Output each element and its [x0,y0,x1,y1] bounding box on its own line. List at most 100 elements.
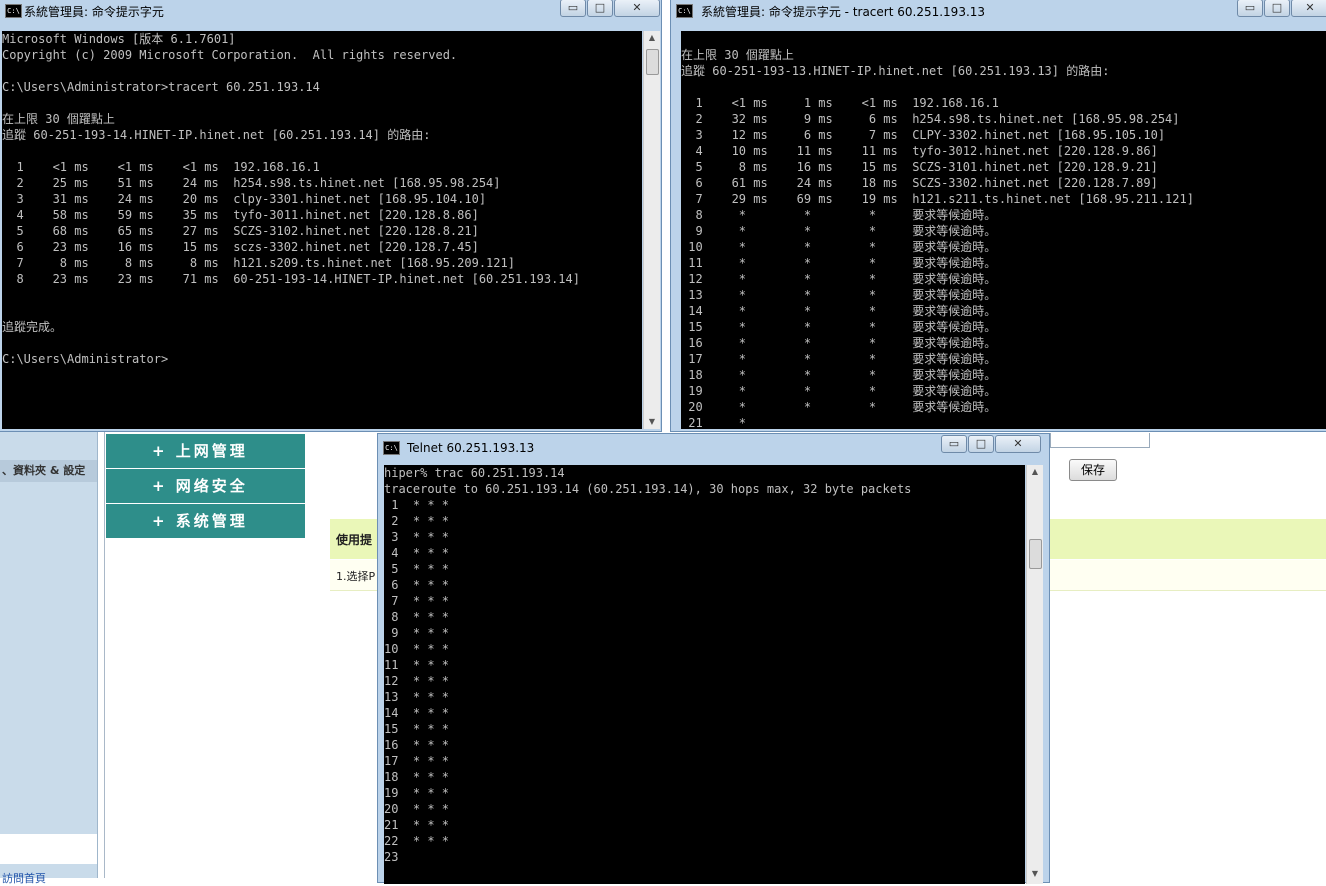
bg-left-nav-item[interactable]: 、資料夾 & 設定 [0,460,97,482]
terminal-line: 15 * * * [384,722,450,736]
terminal-line: 14 * * * [384,706,450,720]
terminal-line: 21 * [681,416,747,429]
terminal-line: 7 8 ms 8 ms 8 ms h121.s209.ts.hinet.net … [2,256,515,270]
terminal-line: 10 * * * 要求等候逾時。 [681,240,997,254]
titlebar[interactable]: C:\ 系統管理員: 命令提示字元 - tracert 60.251.193.1… [671,0,1326,25]
terminal-line: 18 * * * [384,770,450,784]
scrollbar-thumb[interactable] [646,49,659,75]
scroll-up-icon[interactable]: ▲ [1027,465,1043,479]
maximize-icon[interactable]: □ [587,0,613,17]
terminal-line: 13 * * * 要求等候逾時。 [681,288,997,302]
terminal-line: 17 * * * [384,754,450,768]
terminal-line: 5 * * * [384,562,450,576]
menu-internet-management[interactable]: + 上网管理 [106,434,305,468]
scroll-up-icon[interactable]: ▲ [644,31,660,45]
terminal-line: 6 61 ms 24 ms 18 ms SCZS-3302.hinet.net … [681,176,1158,190]
terminal-line: 3 31 ms 24 ms 20 ms clpy-3301.hinet.net … [2,192,487,206]
terminal-line: 6 23 ms 16 ms 15 ms sczs-3302.hinet.net … [2,240,479,254]
terminal-output[interactable]: Microsoft Windows [版本 6.1.7601] Copyright… [2,31,642,429]
terminal-line: 4 58 ms 59 ms 35 ms tyfo-3011.hinet.net … [2,208,479,222]
terminal-line: 10 * * * [384,642,450,656]
maximize-icon[interactable]: □ [1264,0,1290,17]
terminal-line: 12 * * * [384,674,450,688]
minimize-icon[interactable]: ▭ [560,0,586,17]
console-icon: C:\ [676,4,693,18]
cmd-window-1[interactable]: C:\ 系統管理員: 命令提示字元 ▭ □ ✕ Microsoft Window… [0,0,662,432]
terminal-line: 16 * * * [384,738,450,752]
bg-menu: + 上网管理 + 网络安全 + 系统管理 [106,434,305,540]
close-icon[interactable]: ✕ [614,0,660,17]
terminal-line: 15 * * * 要求等候逾時。 [681,320,997,334]
terminal-line: 4 10 ms 11 ms 11 ms tyfo-3012.hinet.net … [681,144,1158,158]
terminal-line: 3 12 ms 6 ms 7 ms CLPY-3302.hinet.net [1… [681,128,1166,142]
terminal-line: 3 * * * [384,530,450,544]
hint-row-text: 1.选择P [336,570,376,583]
terminal-line: 追蹤 60-251-193-14.HINET-IP.hinet.net [60.… [2,128,431,142]
bg-input-field[interactable] [1050,433,1150,448]
hint-title: 使用提 [336,533,373,547]
save-button[interactable]: 保存 [1069,459,1117,481]
terminal-line: 在上限 30 個躍點上 [681,48,794,62]
terminal-line: 22 * * * [384,834,450,848]
terminal-line: 9 * * * 要求等候逾時。 [681,224,997,238]
bg-divider [104,430,105,878]
terminal-line: 6 * * * [384,578,450,592]
cmd-window-2[interactable]: C:\ 系統管理員: 命令提示字元 - tracert 60.251.193.1… [670,0,1326,432]
terminal-line: 追蹤完成。 [2,320,63,334]
terminal-line: 16 * * * 要求等候逾時。 [681,336,997,350]
minimize-icon[interactable]: ▭ [1237,0,1263,17]
maximize-icon[interactable]: □ [968,435,994,453]
close-icon[interactable]: ✕ [1291,0,1326,17]
terminal-line: 2 32 ms 9 ms 6 ms h254.s98.ts.hinet.net … [681,112,1180,126]
window-title: 系統管理員: 命令提示字元 [24,5,164,19]
terminal-line: 2 * * * [384,514,450,528]
terminal-line: 1 <1 ms <1 ms <1 ms 192.168.16.1 [2,160,320,174]
window-title: Telnet 60.251.193.13 [407,441,535,455]
terminal-line: 9 * * * [384,626,450,640]
minimize-icon[interactable]: ▭ [941,435,967,453]
scrollbar[interactable]: ▲ ▼ [643,31,660,429]
terminal-line: 11 * * * [384,658,450,672]
terminal-output[interactable]: hiper% trac 60.251.193.14 traceroute to 6… [384,465,1025,884]
terminal-output[interactable]: 在上限 30 個躍點上追蹤 60-251-193-13.HINET-IP.hin… [681,31,1326,429]
scroll-down-icon[interactable]: ▼ [1027,867,1043,881]
titlebar[interactable]: C:\ 系統管理員: 命令提示字元 ▭ □ ✕ [0,0,661,25]
scrollbar[interactable]: ▲ ▼ [1026,465,1043,884]
telnet-window[interactable]: C:\ Telnet 60.251.193.13 ▭ □ ✕ hiper% tr… [377,433,1050,884]
scroll-down-icon[interactable]: ▼ [644,415,660,429]
terminal-line: Microsoft Windows [版本 6.1.7601] [2,32,236,46]
bg-left-link[interactable]: 訪問首頁 [2,870,46,886]
terminal-line: 5 68 ms 65 ms 27 ms SCZS-3102.hinet.net … [2,224,479,238]
terminal-line: 17 * * * 要求等候逾時。 [681,352,997,366]
bg-left-panel: 、資料夾 & 設定 訪問首頁 [0,430,98,885]
terminal-line: 23 [384,850,399,864]
terminal-line: 7 * * * [384,594,450,608]
menu-network-security[interactable]: + 网络安全 [106,469,305,503]
terminal-line: 2 25 ms 51 ms 24 ms h254.s98.ts.hinet.ne… [2,176,501,190]
console-icon: C:\ [383,441,400,455]
terminal-line: 19 * * * [384,786,450,800]
terminal-line: 追蹤 60-251-193-13.HINET-IP.hinet.net [60.… [681,64,1110,78]
terminal-line: 1 <1 ms 1 ms <1 ms 192.168.16.1 [681,96,999,110]
close-icon[interactable]: ✕ [995,435,1041,453]
bg-left-bottom [0,834,97,864]
console-icon: C:\ [5,4,22,18]
terminal-line: C:\Users\Administrator>tracert 60.251.19… [2,80,320,94]
scrollbar-thumb[interactable] [1029,539,1042,569]
terminal-line: 14 * * * 要求等候逾時。 [681,304,997,318]
terminal-line: 12 * * * 要求等候逾時。 [681,272,997,286]
terminal-line: 在上限 30 個躍點上 [2,112,115,126]
terminal-line: 8 * * * 要求等候逾時。 [681,208,997,222]
titlebar[interactable]: C:\ Telnet 60.251.193.13 ▭ □ ✕ [378,434,1049,462]
terminal-line: 13 * * * [384,690,450,704]
menu-system-management[interactable]: + 系统管理 [106,504,305,538]
window-title: 系統管理員: 命令提示字元 - tracert 60.251.193.13 [701,5,986,19]
terminal-line: 21 * * * [384,818,450,832]
terminal-line: 8 * * * [384,610,450,624]
